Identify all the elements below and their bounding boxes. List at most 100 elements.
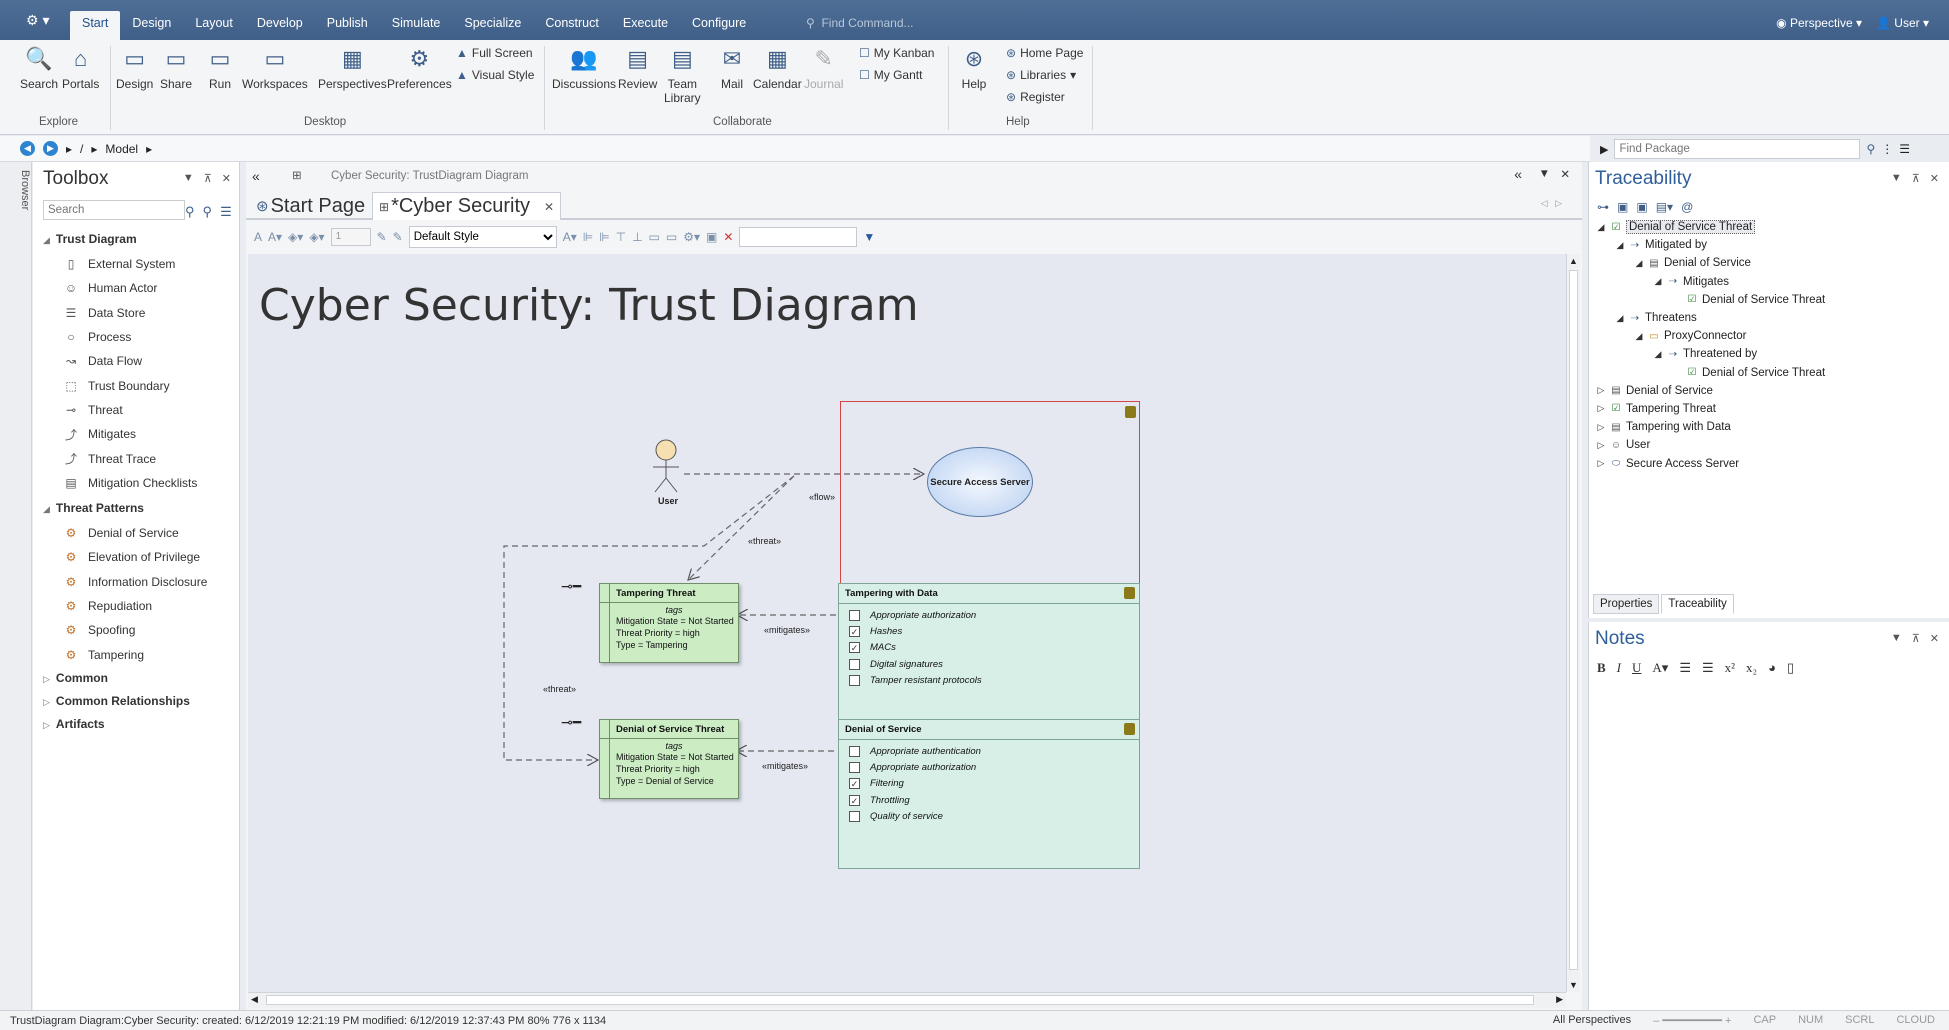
tab-develop[interactable]: Develop [245, 11, 315, 40]
dropdown-icon[interactable]: ▼ [1891, 172, 1902, 185]
workspaces-button[interactable]: ▭ Workspaces [242, 44, 308, 91]
pin-icon[interactable]: ⊼ [1912, 632, 1920, 645]
breadcrumb-arrow-icon[interactable]: ▸ [146, 142, 152, 156]
toolbox-search-input[interactable] [43, 200, 185, 220]
tab-properties[interactable]: Properties [1593, 594, 1660, 614]
vertical-scroll-thumb[interactable] [1569, 270, 1578, 970]
trace-node[interactable]: ◢ ⇢ Threatened by [1595, 345, 1949, 363]
calendar-button[interactable]: ▦ Calendar [753, 44, 802, 91]
breadcrumb-root[interactable]: / [80, 142, 83, 156]
checklist-item[interactable]: ✓ Hashes [839, 624, 1139, 640]
libraries-button[interactable]: ⊛ Libraries ▾ [1006, 68, 1076, 82]
align-top-icon[interactable]: ⊤ [616, 230, 626, 244]
checked-box-icon[interactable]: ✓ [849, 778, 860, 790]
trace-node[interactable]: ◢ ⇢ Mitigates [1595, 273, 1949, 291]
close-icon[interactable]: ✕ [1930, 632, 1939, 645]
threat-denial-of-service[interactable]: Denial of Service Threat tags Mitigation… [599, 719, 739, 799]
unchecked-box-icon[interactable] [849, 675, 860, 687]
checklist-item[interactable]: Quality of service [839, 810, 1139, 826]
line-width-field[interactable]: 1 [330, 228, 371, 246]
options-icon[interactable]: ⋮ [1881, 142, 1893, 156]
toolbox-item-threat[interactable]: ⊸ Threat [33, 398, 239, 422]
tab-simulate[interactable]: Simulate [380, 11, 453, 40]
trace-node[interactable]: ◢ ▤ Denial of Service [1595, 254, 1949, 272]
expander-icon[interactable]: ◢ [1595, 222, 1607, 233]
trace-node[interactable]: ▷ ⬭ Secure Access Server [1595, 454, 1949, 472]
run-button[interactable]: ▭ Run [206, 44, 234, 91]
toolbox-item-mitigation-checklists[interactable]: ▤ Mitigation Checklists [33, 471, 239, 495]
apply-style-icon[interactable]: ✎ [393, 230, 403, 244]
dropdown-icon[interactable]: ▼ [1539, 168, 1550, 180]
toolbox-item-threat-trace[interactable]: ⤴ Threat Trace [33, 446, 239, 470]
tab-publish[interactable]: Publish [315, 11, 380, 40]
tab-specialize[interactable]: Specialize [452, 11, 533, 40]
toolbox-section-common[interactable]: ▷ Common [33, 667, 239, 690]
checklist-item[interactable]: Digital signatures [839, 657, 1139, 673]
expander-icon[interactable]: ◢ [1633, 258, 1645, 269]
find-icon[interactable]: ⚲ [203, 204, 213, 220]
toolbox-pattern-information-disclosure[interactable]: ⚙ Information Disclosure [33, 570, 239, 594]
expander-icon[interactable]: ▷ [1595, 385, 1607, 396]
mitigation-denial-of-service[interactable]: Denial of Service Appropriate authentica… [838, 719, 1140, 869]
scroll-down-icon[interactable]: ▼ [1569, 980, 1578, 990]
home-page-button[interactable]: ⊛ Home Page [1006, 46, 1083, 60]
toolbox-item-data-store[interactable]: ☰ Data Store [33, 301, 239, 325]
checked-box-icon[interactable]: ✓ [849, 642, 860, 654]
unchecked-box-icon[interactable] [849, 609, 860, 621]
same-width-icon[interactable]: ▭ [649, 230, 660, 244]
bullet-list-icon[interactable]: ☰ [1679, 660, 1691, 676]
search-button[interactable]: 🔍 Search [20, 44, 58, 91]
close-icon[interactable]: ✕ [1930, 172, 1939, 185]
portals-button[interactable]: ⌂ Portals [62, 44, 99, 91]
align-right-icon[interactable]: ⊫ [599, 230, 609, 244]
tab-construct[interactable]: Construct [533, 11, 611, 40]
trace-node[interactable]: ◢ ⇢ Mitigated by [1595, 236, 1949, 254]
toolbox-item-trust-boundary[interactable]: ⬚ Trust Boundary [33, 373, 239, 397]
share-button[interactable]: ▭ Share [160, 44, 192, 91]
toolbox-section-trust-diagram[interactable]: ◢ Trust Diagram [33, 226, 239, 252]
layout-icon[interactable]: ⚙▾ [683, 230, 700, 244]
ea-logo-icon[interactable]: ⚙ ▾ [26, 12, 49, 29]
trace-node[interactable]: ▷ ☑ Tampering Threat [1595, 400, 1949, 418]
toolbox-pattern-repudiation[interactable]: ⚙ Repudiation [33, 594, 239, 618]
full-screen-button[interactable]: ▲ Full Screen [456, 46, 533, 60]
color-picker-icon[interactable]: ◕ [1768, 660, 1776, 676]
zoom-slider[interactable]: – ━━━━━━━━━ + [1653, 1014, 1731, 1027]
diagram-canvas[interactable]: Cyber Security: Trust Diagram User Secur… [248, 254, 1566, 992]
expander-icon[interactable]: ▷ [1595, 458, 1607, 469]
process-secure-access-server[interactable]: Secure Access Server [927, 447, 1033, 517]
status-perspectives[interactable]: All Perspectives [1553, 1014, 1631, 1027]
threat-tampering[interactable]: Tampering Threat tags Mitigation State =… [599, 583, 739, 663]
my-kanban-button[interactable]: ☐ My Kanban [859, 46, 934, 60]
checklist-item[interactable]: Tamper resistant protocols [839, 674, 1139, 690]
checked-box-icon[interactable]: ✓ [849, 794, 860, 806]
bold-icon[interactable]: B [1597, 660, 1606, 676]
threat-connector[interactable] [688, 475, 795, 580]
toolbox-section-artifacts[interactable]: ▷ Artifacts [33, 713, 239, 736]
superscript-icon[interactable]: x² [1725, 660, 1735, 676]
tab-start[interactable]: Start [70, 11, 121, 40]
expander-icon[interactable]: ▷ [1595, 440, 1607, 451]
mail-button[interactable]: ✉ Mail [718, 44, 746, 91]
dropdown-icon[interactable]: ▼ [183, 172, 194, 185]
tab-configure[interactable]: Configure [680, 11, 758, 40]
find-command-input[interactable]: ⚲ Find Command... [806, 16, 914, 30]
breadcrumb-model[interactable]: Model [105, 142, 138, 156]
expander-icon[interactable]: ◢ [1652, 276, 1664, 287]
subscript-icon[interactable]: x₂ [1746, 660, 1757, 676]
trace-node[interactable]: ◢ ☑ Denial of Service Threat [1595, 218, 1949, 236]
trace-node[interactable]: ☑ Denial of Service Threat [1595, 364, 1949, 382]
checklist-item[interactable]: Appropriate authorization [839, 608, 1139, 624]
vertical-scrollbar[interactable]: ▲ ▼ [1566, 254, 1580, 992]
trace-node[interactable]: ▷ ▤ Denial of Service [1595, 382, 1949, 400]
preferences-button[interactable]: ⚙ Preferences [387, 44, 452, 91]
user-button[interactable]: 👤 User ▾ [1876, 16, 1929, 30]
search-icon[interactable]: ⚲ [185, 204, 195, 220]
menu-icon[interactable]: ☰ [220, 204, 232, 220]
tab-layout[interactable]: Layout [183, 11, 245, 40]
design-button[interactable]: ▭ Design [116, 44, 153, 91]
expander-icon[interactable]: ◢ [1614, 313, 1626, 324]
close-icon[interactable]: ✕ [1560, 167, 1570, 181]
forward-icon[interactable]: ▶ [43, 141, 58, 156]
align-left-icon[interactable]: ⊫ [583, 230, 593, 244]
